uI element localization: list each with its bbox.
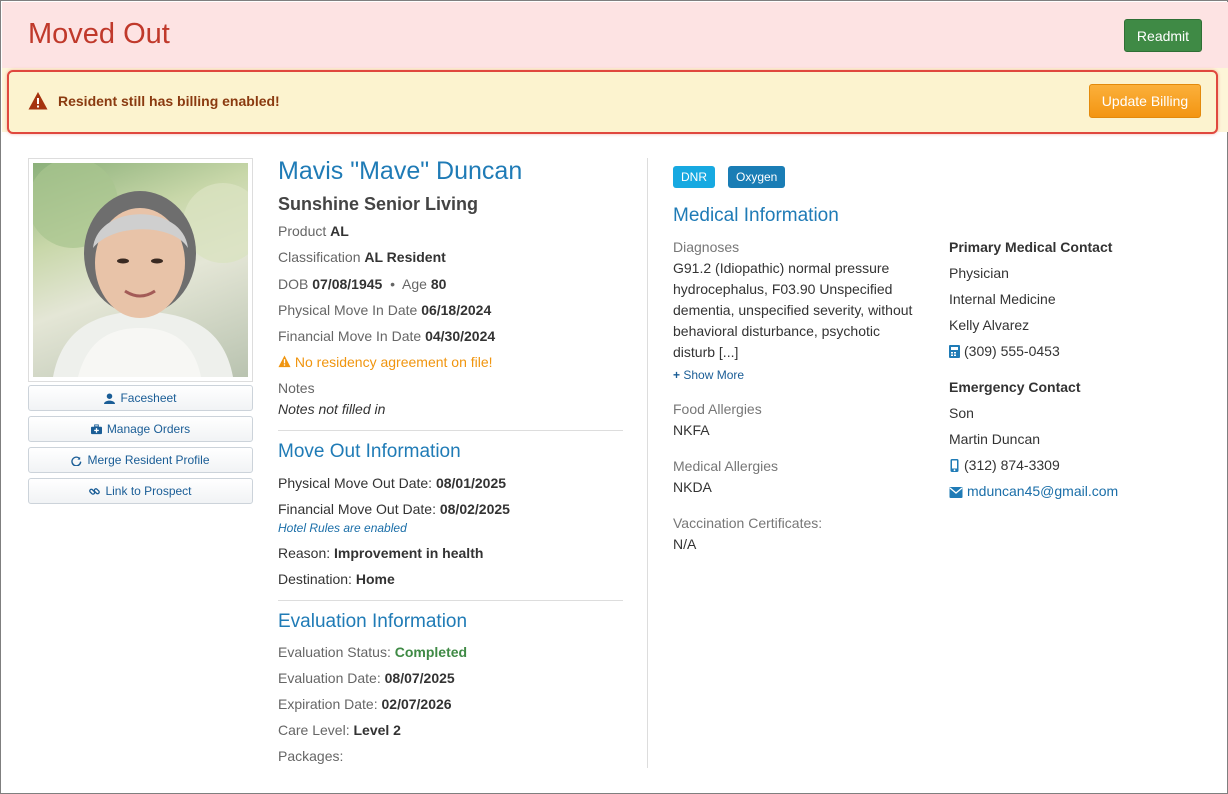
status-header: Moved Out Readmit (2, 2, 1228, 68)
warning-icon (28, 92, 48, 110)
vaccination-value: N/A (673, 536, 697, 552)
facility-name: Sunshine Senior Living (278, 194, 479, 214)
facesheet-label: Facesheet (120, 391, 177, 405)
status-badge: Completed (394, 644, 468, 660)
user-icon (104, 392, 116, 404)
resident-name: Mavis "Mave" Duncan (278, 157, 523, 185)
app-frame: Moved Out Readmit Resident still has bil… (0, 0, 1228, 794)
mobile-phone-icon (950, 459, 959, 472)
age-value: 80 (430, 276, 447, 292)
evaluation-status-row: Evaluation Status: Completed (278, 644, 468, 660)
primary-contact-specialty: Internal Medicine (949, 291, 1056, 307)
office-phone-icon (949, 345, 960, 358)
manage-orders-button[interactable]: Manage Orders (28, 416, 253, 442)
financial-move-out-row: Financial Move Out Date: 08/02/2025 (278, 501, 510, 517)
primary-contact-role: Physician (949, 265, 1009, 281)
column-divider (647, 158, 648, 768)
emergency-contact-name: Martin Duncan (949, 431, 1041, 447)
emergency-contact-email[interactable]: mduncan45@gmail.com (949, 483, 1118, 499)
emergency-contact-phone[interactable]: (312) 874-3309 (949, 457, 1060, 473)
hotel-rules-note: Hotel Rules are enabled (278, 521, 407, 535)
dnr-badge: DNR (673, 166, 715, 188)
divider (278, 600, 623, 601)
show-more-link[interactable]: + Show More (673, 368, 744, 382)
financial-move-in-row: Financial Move In Date 04/30/2024 (278, 328, 496, 344)
reason-row: Reason: Improvement in health (278, 545, 484, 561)
expiration-date-row: Expiration Date: 02/07/2026 (278, 696, 452, 712)
envelope-icon (949, 487, 963, 498)
notes-value: Notes not filled in (278, 401, 386, 417)
primary-contact-heading: Primary Medical Contact (949, 239, 1113, 255)
link-to-prospect-label: Link to Prospect (105, 484, 192, 498)
product-value: AL (330, 223, 349, 239)
alert-text: Resident still has billing enabled! (58, 93, 280, 109)
physical-move-out-row: Physical Move Out Date: 08/01/2025 (278, 475, 507, 491)
briefcase-medical-icon (90, 423, 102, 434)
dob-value: 07/08/1945 (312, 276, 383, 292)
food-allergies-label: Food Allergies (673, 401, 762, 417)
move-out-title: Move Out Information (278, 441, 461, 462)
resident-photo (28, 158, 253, 382)
primary-contact-phone[interactable]: (309) 555-0453 (949, 343, 1060, 359)
oxygen-badge: Oxygen (728, 166, 786, 188)
medical-allergies-value: NKDA (673, 479, 712, 495)
care-level-row: Care Level: Level 2 (278, 722, 401, 738)
classification-value: AL Resident (364, 249, 446, 265)
warning-icon (278, 355, 291, 368)
refresh-icon (71, 456, 82, 466)
physical-move-in-row: Physical Move In Date 06/18/2024 (278, 302, 492, 318)
destination-row: Destination: Home (278, 571, 395, 587)
dob-row: DOB 07/08/1945 • Age 80 (278, 276, 447, 292)
food-allergies-value: NKFA (673, 422, 710, 438)
readmit-button[interactable]: Readmit (1124, 19, 1202, 52)
emergency-contact-relation: Son (949, 405, 974, 421)
evaluation-date-row: Evaluation Date: 08/07/2025 (278, 670, 455, 686)
vaccination-label: Vaccination Certificates: (673, 515, 823, 531)
medical-info-title: Medical Information (673, 205, 839, 226)
avatar (33, 163, 248, 377)
page-title: Moved Out (28, 18, 170, 50)
merge-profile-label: Merge Resident Profile (87, 453, 210, 467)
product-row: Product AL (278, 223, 349, 239)
billing-alert: Resident still has billing enabled! Upda… (7, 70, 1218, 134)
emergency-contact-heading: Emergency Contact (949, 379, 1081, 395)
divider (278, 430, 623, 431)
diagnoses-label: Diagnoses (673, 239, 740, 255)
facesheet-button[interactable]: Facesheet (28, 385, 253, 411)
primary-contact-name: Kelly Alvarez (949, 317, 1030, 333)
residency-warning: No residency agreement on file! (278, 354, 493, 370)
manage-orders-label: Manage Orders (106, 422, 191, 436)
evaluation-title: Evaluation Information (278, 611, 468, 632)
diagnoses-value: G91.2 (Idiopathic) normal pressure hydro… (673, 260, 913, 360)
merge-profile-button[interactable]: Merge Resident Profile (28, 447, 253, 473)
link-icon (89, 487, 101, 495)
notes-label: Notes (278, 380, 315, 396)
classification-row: Classification AL Resident (278, 249, 446, 265)
medical-allergies-label: Medical Allergies (673, 458, 779, 474)
packages-row: Packages: (278, 748, 344, 764)
link-to-prospect-button[interactable]: Link to Prospect (28, 478, 253, 504)
plus-icon: + (673, 368, 681, 382)
update-billing-button[interactable]: Update Billing (1089, 84, 1201, 118)
